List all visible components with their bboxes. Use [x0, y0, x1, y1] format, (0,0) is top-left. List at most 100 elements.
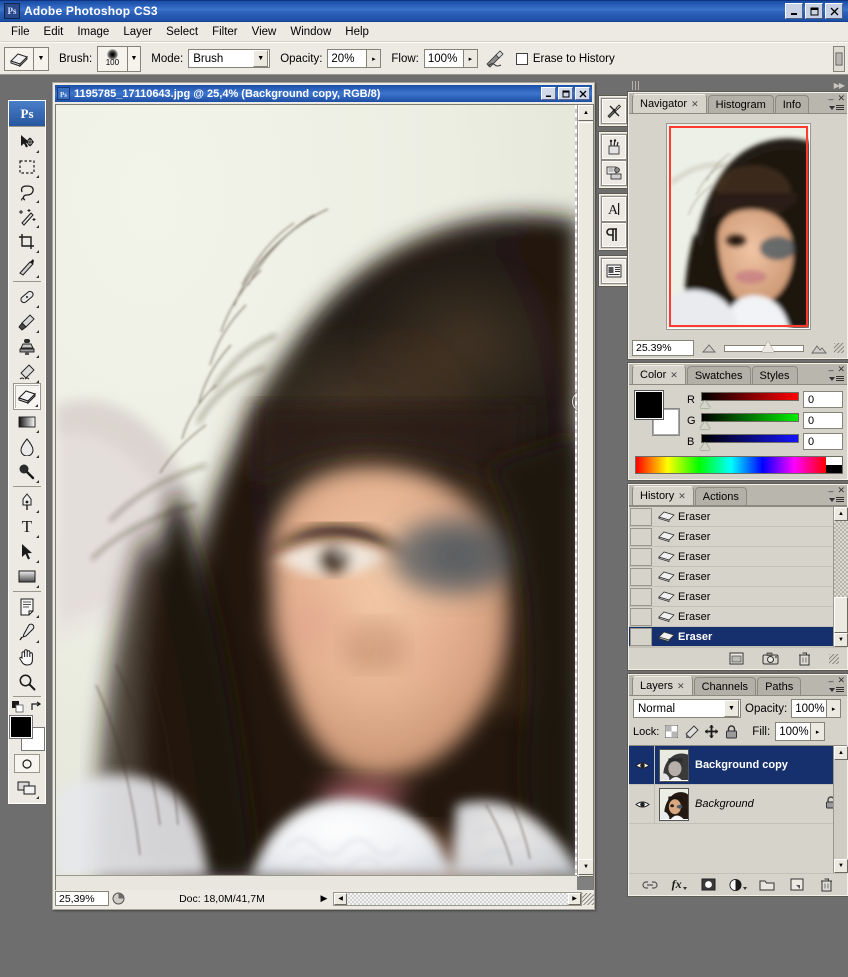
opacity-slider-arrow-icon[interactable]: ▸ — [826, 700, 841, 717]
navigator-zoom-field[interactable]: 25.39% — [632, 340, 694, 356]
tab-info[interactable]: Info — [774, 95, 810, 113]
layer-style-button[interactable]: fx — [670, 877, 688, 893]
green-slider-thumb[interactable] — [700, 421, 710, 429]
add-layer-mask-button[interactable] — [700, 877, 718, 893]
erase-to-history-option[interactable]: Erase to History — [515, 52, 615, 65]
close-icon[interactable]: ✕ — [670, 370, 678, 381]
magic-wand-tool[interactable] — [14, 204, 40, 229]
maximize-button[interactable] — [805, 3, 823, 19]
zoom-out-icon[interactable] — [700, 343, 718, 353]
status-menu-arrow-icon[interactable]: ▶ — [317, 893, 331, 904]
white-swatch[interactable] — [826, 457, 842, 465]
default-colors-icon[interactable] — [12, 701, 24, 713]
layer-fill-field[interactable]: 100% ▸ — [775, 722, 826, 741]
brushes-icon[interactable] — [602, 135, 626, 159]
palette-menu-button[interactable] — [828, 494, 844, 505]
eyedropper-tool[interactable] — [14, 619, 40, 644]
document-close-button[interactable] — [575, 87, 590, 100]
scroll-down-button[interactable]: ▼ — [578, 859, 593, 875]
color-swatches[interactable] — [10, 716, 44, 750]
brush-preset-picker[interactable]: 100 ▼ — [97, 45, 142, 72]
zoom-in-icon[interactable] — [810, 343, 828, 354]
new-group-button[interactable] — [758, 877, 776, 893]
history-state-row[interactable]: Eraser — [629, 527, 847, 547]
opacity-slider-arrow-icon[interactable]: ▸ — [366, 50, 381, 67]
tab-paths[interactable]: Paths — [757, 677, 802, 695]
scroll-thumb[interactable] — [834, 597, 848, 633]
vertical-scroll-thumb[interactable] — [578, 122, 593, 877]
navigator-zoom-slider[interactable] — [724, 341, 804, 353]
zoom-slider-thumb[interactable] — [762, 341, 775, 352]
lock-transparent-pixels-icon[interactable] — [664, 724, 679, 739]
layers-scrollbar[interactable]: ▲ ▼ — [833, 746, 848, 873]
scroll-left-button[interactable]: ◀ — [334, 892, 347, 905]
horizontal-type-tool[interactable]: T — [14, 514, 40, 539]
document-preview-icon[interactable] — [109, 891, 127, 906]
layer-row-background-copy[interactable]: Background copy — [629, 746, 847, 785]
slice-tool[interactable] — [14, 254, 40, 279]
document-minimize-button[interactable] — [541, 87, 556, 100]
dodge-tool[interactable] — [14, 459, 40, 484]
tab-histogram[interactable]: Histogram — [707, 95, 774, 113]
eraser-tool[interactable] — [14, 384, 40, 409]
delete-layer-button[interactable] — [817, 877, 835, 893]
fill-slider-arrow-icon[interactable]: ▸ — [810, 723, 825, 740]
menu-select[interactable]: Select — [159, 24, 205, 40]
screen-mode-button[interactable] — [14, 775, 40, 800]
layer-thumbnail[interactable] — [659, 748, 689, 782]
quick-mask-mode-button[interactable] — [14, 754, 40, 773]
new-adjustment-layer-button[interactable] — [729, 877, 747, 893]
tab-channels[interactable]: Channels — [693, 677, 757, 695]
canvas-vertical-scrollbar[interactable]: ▲ ▼ — [577, 105, 593, 877]
rectangle-shape-tool[interactable] — [14, 564, 40, 589]
tab-styles[interactable]: Styles — [751, 366, 798, 384]
clone-stamp-tool[interactable] — [14, 334, 40, 359]
layer-row-background[interactable]: Background — [629, 785, 847, 824]
palette-menu-button[interactable] — [828, 373, 844, 384]
layer-list[interactable]: Background copy Background ▲ ▼ — [629, 745, 848, 873]
move-tool[interactable] — [14, 129, 40, 154]
path-selection-tool[interactable] — [14, 539, 40, 564]
red-slider-thumb[interactable] — [700, 400, 710, 408]
new-layer-button[interactable] — [788, 877, 806, 893]
blur-tool[interactable] — [14, 434, 40, 459]
history-brush-source-checkbox[interactable] — [630, 607, 652, 626]
lock-image-pixels-icon[interactable] — [684, 724, 699, 739]
flow-slider-arrow-icon[interactable]: ▸ — [462, 50, 477, 67]
close-icon[interactable]: ✕ — [691, 99, 699, 110]
document-titlebar[interactable]: Ps 1195785_17110643.jpg @ 25,4% (Backgro… — [55, 85, 592, 102]
history-brush-source-checkbox[interactable] — [630, 547, 652, 566]
color-spectrum-ramp[interactable] — [635, 456, 843, 474]
history-state-row[interactable]: Eraser — [629, 507, 847, 527]
lasso-tool[interactable] — [14, 179, 40, 204]
brush-tool[interactable] — [14, 309, 40, 334]
document-restore-button[interactable] — [558, 87, 573, 100]
history-state-row-selected[interactable]: Eraser — [629, 627, 847, 647]
tab-swatches[interactable]: Swatches — [686, 366, 751, 384]
history-brush-source-checkbox[interactable] — [630, 627, 652, 646]
scroll-up-button[interactable]: ▲ — [578, 105, 593, 121]
menu-edit[interactable]: Edit — [37, 24, 71, 40]
tab-layers[interactable]: Layers ✕ — [632, 676, 693, 695]
swap-colors-icon[interactable] — [30, 701, 42, 713]
character-icon[interactable]: A — [602, 197, 626, 221]
status-horizontal-scrollbar[interactable]: ◀ ▶ — [333, 891, 582, 906]
close-icon[interactable]: ✕ — [677, 681, 685, 692]
menu-layer[interactable]: Layer — [116, 24, 159, 40]
history-brush-source-checkbox[interactable] — [630, 587, 652, 606]
palette-well-handle[interactable] — [833, 46, 845, 72]
red-slider[interactable] — [700, 392, 799, 408]
rectangular-marquee-tool[interactable] — [14, 154, 40, 179]
history-brush-source-checkbox[interactable] — [630, 527, 652, 546]
chevron-down-icon[interactable]: ▼ — [724, 700, 739, 717]
delete-state-button[interactable] — [795, 651, 813, 667]
tab-history[interactable]: History ✕ — [632, 486, 694, 505]
blue-slider-thumb[interactable] — [700, 442, 710, 450]
green-value[interactable]: 0 — [803, 412, 843, 429]
foreground-color-swatch[interactable] — [10, 716, 32, 738]
layer-visibility-toggle[interactable] — [631, 785, 655, 823]
dock-grip-icon[interactable] — [632, 80, 641, 90]
scroll-up-button[interactable]: ▲ — [834, 746, 848, 760]
zoom-tool[interactable] — [14, 669, 40, 694]
scroll-right-button[interactable]: ▶ — [568, 892, 581, 905]
